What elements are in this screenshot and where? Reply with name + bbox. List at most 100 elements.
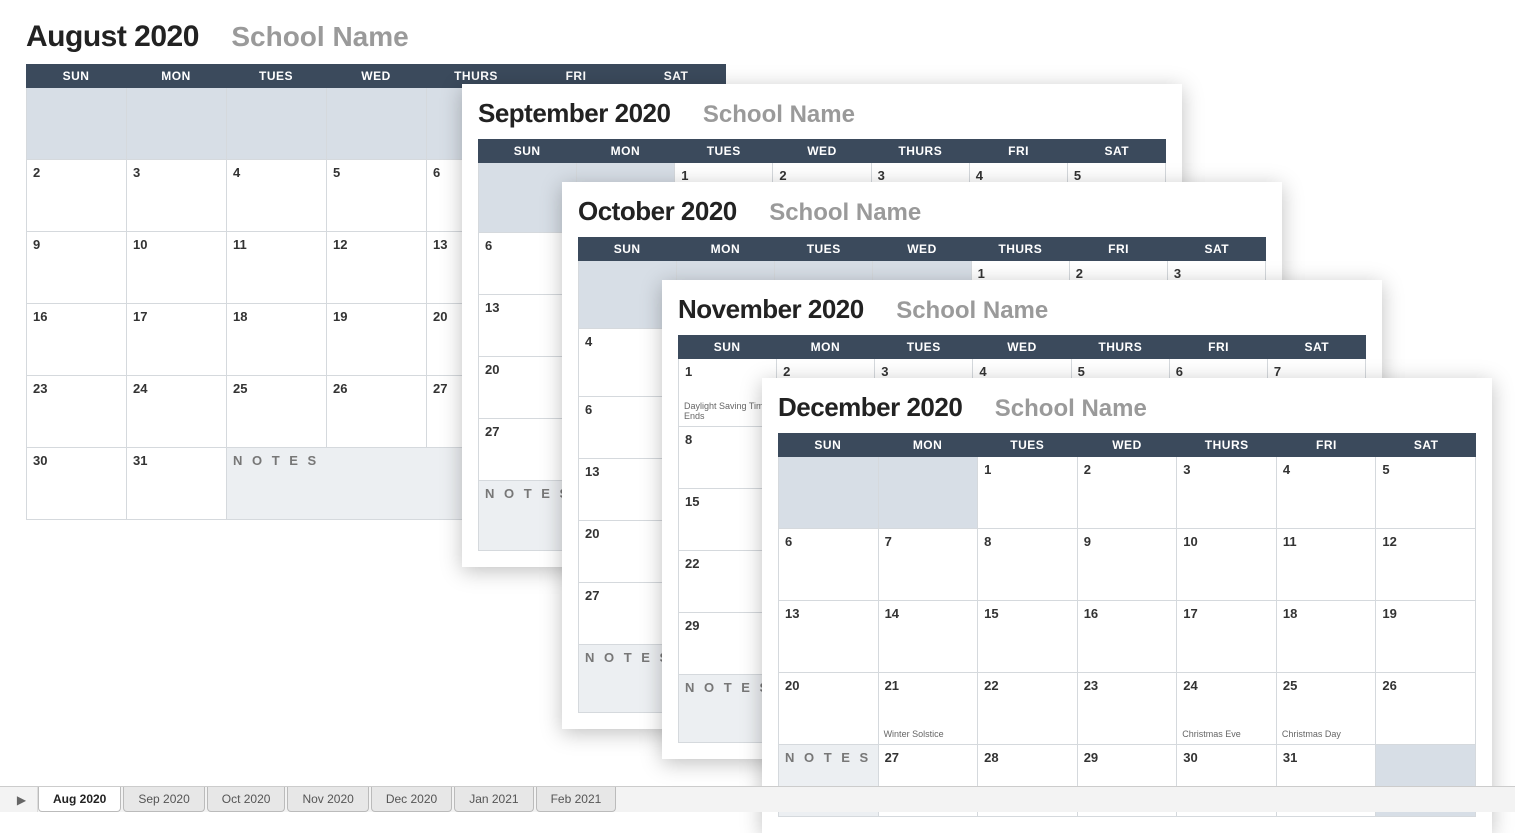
month-label: September 2020 — [478, 98, 670, 128]
calendar-cell[interactable]: 14 — [879, 601, 979, 673]
calendar-cell[interactable] — [127, 88, 227, 160]
sheet-tab[interactable]: Oct 2020 — [207, 787, 286, 812]
calendar-cell[interactable]: 22 — [978, 673, 1078, 745]
calendar-cell[interactable]: 15 — [978, 601, 1078, 673]
calendar-cell[interactable]: 6 — [779, 529, 879, 601]
calendar-cell[interactable]: 31 — [127, 448, 227, 520]
day-header: MON — [878, 433, 978, 457]
day-number: 22 — [984, 678, 1071, 693]
day-header: TUES — [675, 139, 773, 163]
sheet-tab[interactable]: Nov 2020 — [287, 787, 368, 812]
day-number: 5 — [1382, 462, 1469, 477]
school-name: School Name — [703, 101, 855, 128]
calendar-cell[interactable]: 24Christmas Eve — [1177, 673, 1277, 745]
sheet-tab[interactable]: Dec 2020 — [371, 787, 452, 812]
calendar-cell[interactable]: 16 — [1078, 601, 1178, 673]
calendar-title: October 2020 School Name — [578, 196, 1266, 227]
day-number: 12 — [1382, 534, 1469, 549]
day-header: WED — [773, 139, 871, 163]
calendar-cell[interactable]: 4 — [1277, 457, 1377, 529]
day-number: 2 — [783, 364, 868, 379]
calendar-cell[interactable]: 26 — [1376, 673, 1476, 745]
day-number: 1 — [685, 364, 770, 379]
sheet-tab[interactable]: Feb 2021 — [536, 787, 617, 812]
calendar-cell[interactable]: 26 — [327, 376, 427, 448]
day-header: TUES — [977, 433, 1077, 457]
calendar-cell[interactable]: 4 — [227, 160, 327, 232]
day-number: 9 — [33, 237, 120, 252]
calendar-cell[interactable]: 17 — [127, 304, 227, 376]
calendar-cell[interactable] — [779, 457, 879, 529]
calendar-cell[interactable] — [879, 457, 979, 529]
day-number: 3 — [133, 165, 220, 180]
calendar-cell[interactable]: 25Christmas Day — [1277, 673, 1377, 745]
calendar-cell[interactable]: 17 — [1177, 601, 1277, 673]
day-number: 5 — [1078, 364, 1163, 379]
calendar-cell[interactable]: 3 — [1177, 457, 1277, 529]
day-number: 5 — [1074, 168, 1159, 183]
day-number: 28 — [984, 750, 1071, 765]
day-header: SUN — [26, 64, 126, 88]
calendar-cell[interactable]: 23 — [27, 376, 127, 448]
calendar-cell[interactable]: 19 — [327, 304, 427, 376]
calendar-cell[interactable]: 11 — [1277, 529, 1377, 601]
day-header: SAT — [1068, 139, 1166, 163]
day-number: 31 — [1283, 750, 1370, 765]
day-number: 8 — [685, 432, 772, 447]
calendar-cell[interactable]: 9 — [27, 232, 127, 304]
calendar-cell[interactable]: 30 — [27, 448, 127, 520]
day-header: FRI — [1169, 335, 1267, 359]
calendar-cell[interactable]: 12 — [1376, 529, 1476, 601]
day-number: 4 — [585, 334, 670, 349]
month-label: August 2020 — [26, 20, 199, 53]
calendar-cell[interactable]: 5 — [1376, 457, 1476, 529]
calendar-cell[interactable]: 18 — [227, 304, 327, 376]
day-number: 4 — [1283, 462, 1370, 477]
day-header: MON — [776, 335, 874, 359]
day-number: 30 — [33, 453, 120, 468]
calendar-cell[interactable] — [27, 88, 127, 160]
sheet-tab[interactable]: Sep 2020 — [123, 787, 204, 812]
calendar-cell[interactable]: 25 — [227, 376, 327, 448]
day-header: SAT — [1268, 335, 1366, 359]
day-number: 18 — [1283, 606, 1370, 621]
calendar-cell[interactable]: 16 — [27, 304, 127, 376]
calendar-cell[interactable]: 21Winter Solstice — [879, 673, 979, 745]
day-header: THURS — [871, 139, 969, 163]
day-number: 3 — [881, 364, 966, 379]
calendar-cell[interactable]: 10 — [127, 232, 227, 304]
day-number: 20 — [485, 362, 572, 377]
day-number: 4 — [233, 165, 320, 180]
day-header: SAT — [1376, 433, 1476, 457]
calendar-cell[interactable]: 19 — [1376, 601, 1476, 673]
day-number: 9 — [1084, 534, 1171, 549]
calendar-cell[interactable] — [327, 88, 427, 160]
day-number: 24 — [133, 381, 220, 396]
calendar-cell[interactable]: 20 — [779, 673, 879, 745]
calendar-cell[interactable]: 13 — [779, 601, 879, 673]
day-header: FRI — [1277, 433, 1377, 457]
calendar-cell[interactable]: 18 — [1277, 601, 1377, 673]
tab-nav-icon[interactable]: ▶ — [6, 787, 38, 812]
day-number: 13 — [485, 300, 572, 315]
day-number: 2 — [1076, 266, 1161, 281]
calendar-cell[interactable]: 1 — [978, 457, 1078, 529]
calendar-cell[interactable]: 11 — [227, 232, 327, 304]
calendar-cell[interactable]: 9 — [1078, 529, 1178, 601]
calendar-cell[interactable]: 2 — [27, 160, 127, 232]
calendar-cell[interactable]: 23 — [1078, 673, 1178, 745]
sheet-tab[interactable]: Jan 2021 — [454, 787, 533, 812]
calendar-cell[interactable]: 7 — [879, 529, 979, 601]
calendar-cell[interactable]: 12 — [327, 232, 427, 304]
calendar-cell[interactable]: 5 — [327, 160, 427, 232]
calendar-cell[interactable]: 8 — [978, 529, 1078, 601]
calendar-cell[interactable] — [227, 88, 327, 160]
calendar-cell[interactable]: 10 — [1177, 529, 1277, 601]
calendar-cell[interactable]: 24 — [127, 376, 227, 448]
school-name: School Name — [995, 395, 1147, 422]
calendar-cell[interactable]: 3 — [127, 160, 227, 232]
day-number: 7 — [1274, 364, 1359, 379]
calendar-cell[interactable]: 2 — [1078, 457, 1178, 529]
event-label: Winter Solstice — [884, 730, 973, 740]
sheet-tab[interactable]: Aug 2020 — [38, 787, 121, 812]
